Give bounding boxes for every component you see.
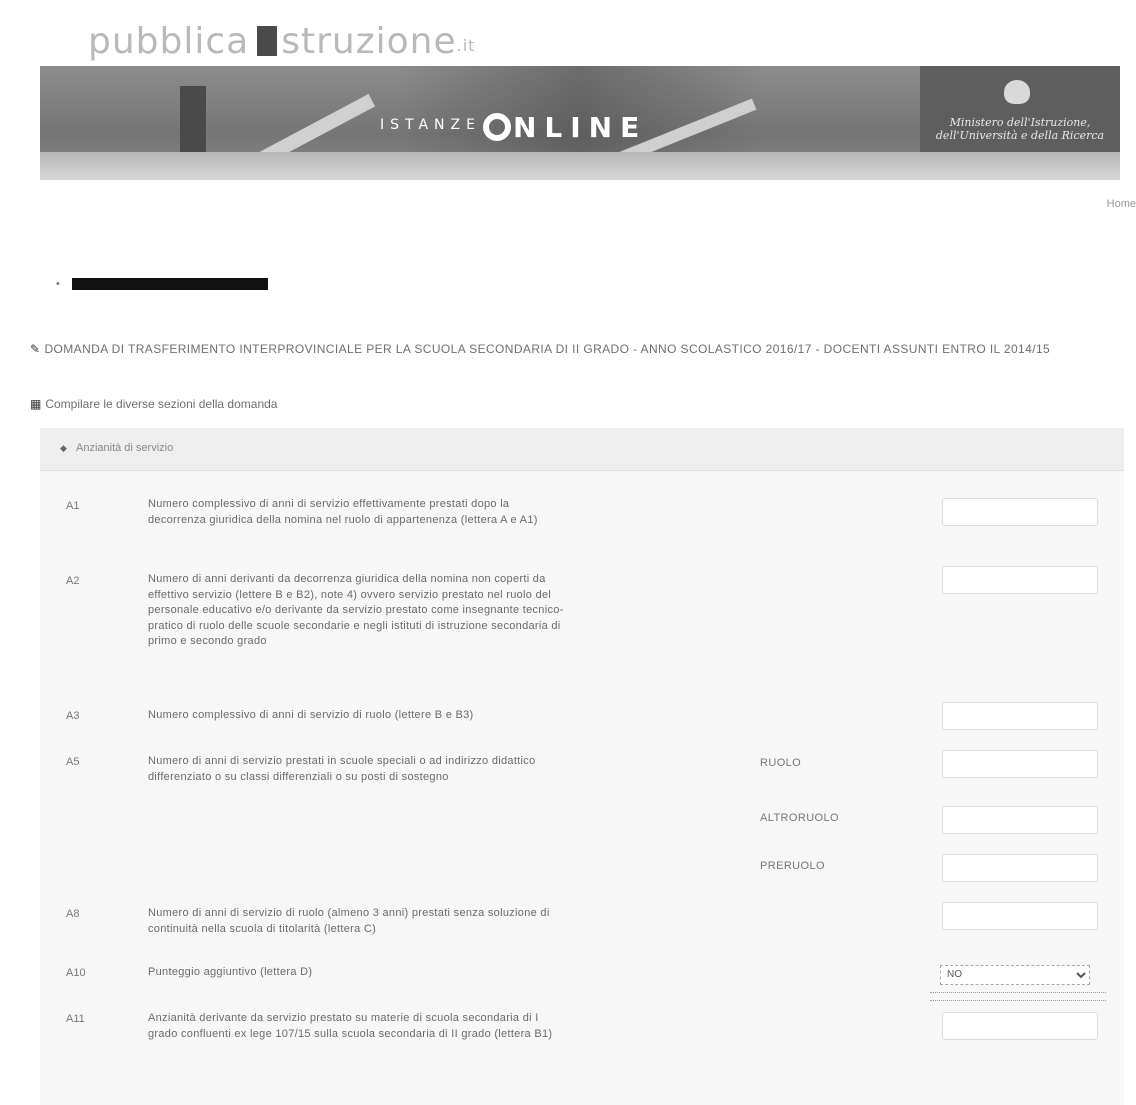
user-bullet: • [56, 278, 60, 290]
a8-input[interactable] [942, 902, 1098, 930]
user-name-redacted [72, 278, 268, 290]
a2-input[interactable] [942, 566, 1098, 594]
row-description: Numero complessivo di anni di servizio d… [148, 709, 474, 721]
a11-input[interactable] [942, 1012, 1098, 1040]
page-title-text: DOMANDA DI TRASFERIMENTO INTERPROVINCIAL… [44, 342, 1051, 356]
row-description: Numero complessivo di anni di servizio e… [148, 498, 538, 526]
brand-right: struzione [281, 21, 457, 62]
brand-suffix: .it [456, 36, 476, 55]
page-title: ✎ DOMANDA DI TRASFERIMENTO INTERPROVINCIA… [30, 341, 1108, 357]
row-description: Punteggio aggiuntivo (lettera D) [148, 966, 313, 978]
row-code: A10 [66, 967, 86, 979]
ministry-emblem-icon [1004, 80, 1030, 104]
a5-preruolo-input[interactable] [942, 854, 1098, 882]
row-code: A3 [66, 710, 80, 722]
section-title: Anzianità di servizio [76, 442, 174, 454]
section-header[interactable]: ◆ Anzianità di servizio [40, 428, 1124, 471]
row-description: Numero di anni derivanti da decorrenza g… [148, 573, 564, 647]
a3-input[interactable] [942, 702, 1098, 730]
collapse-arrow-icon[interactable]: ◆ [60, 443, 67, 454]
brand-left: pubblica [88, 21, 250, 62]
divider [930, 1000, 1106, 1001]
home-link[interactable]: Home [1107, 198, 1136, 210]
brand-logo: pubblica struzione.it [88, 22, 475, 66]
pencil-icon: ✎ [30, 342, 41, 356]
row-code: A2 [66, 575, 80, 587]
ministry-name: Ministero dell'Istruzione, dell'Universi… [935, 116, 1105, 142]
form-panel: ◆ Anzianità di servizio A1 Numero comple… [40, 428, 1124, 1105]
banner-title: ISTANZE NLINE [380, 111, 647, 144]
banner-block [180, 86, 206, 152]
ministry-block: Ministero dell'Istruzione, dell'Universi… [920, 66, 1120, 152]
row-description: Numero di anni di servizio prestati in s… [148, 755, 536, 783]
divider [930, 992, 1106, 993]
page-subtitle: ▦ Compilare le diverse sezioni della doma… [30, 397, 277, 411]
a5-altroruolo-input[interactable] [942, 806, 1098, 834]
banner-title-small: ISTANZE [380, 117, 481, 133]
row-description: Anzianità derivante da servizio prestato… [148, 1012, 553, 1040]
banner-title-big: NLINE [512, 111, 648, 144]
row-code: A5 [66, 756, 80, 768]
a5-ruolo-input[interactable] [942, 750, 1098, 778]
row-code: A11 [66, 1013, 85, 1025]
row-description: Numero di anni di servizio di ruolo (alm… [148, 907, 550, 935]
a1-input[interactable] [942, 498, 1098, 526]
row-code: A1 [66, 500, 80, 512]
row-code: A8 [66, 908, 80, 920]
sublabel-altroruolo: ALTRORUOLO [760, 812, 839, 824]
brand-i-mark [257, 26, 278, 56]
sublabel-ruolo: RUOLO [760, 757, 802, 769]
istanze-online-banner: ISTANZE NLINE Ministero dell'Istruzione, … [40, 66, 1120, 180]
sublabel-preruolo: PRERUOLO [760, 860, 825, 872]
banner-o-icon [482, 113, 511, 141]
a10-select-wrap: NO [940, 964, 1100, 985]
a10-select[interactable]: NO [940, 964, 1090, 985]
list-icon: ▦ [30, 397, 42, 411]
page-subtitle-text: Compilare le diverse sezioni della doman… [45, 397, 278, 411]
